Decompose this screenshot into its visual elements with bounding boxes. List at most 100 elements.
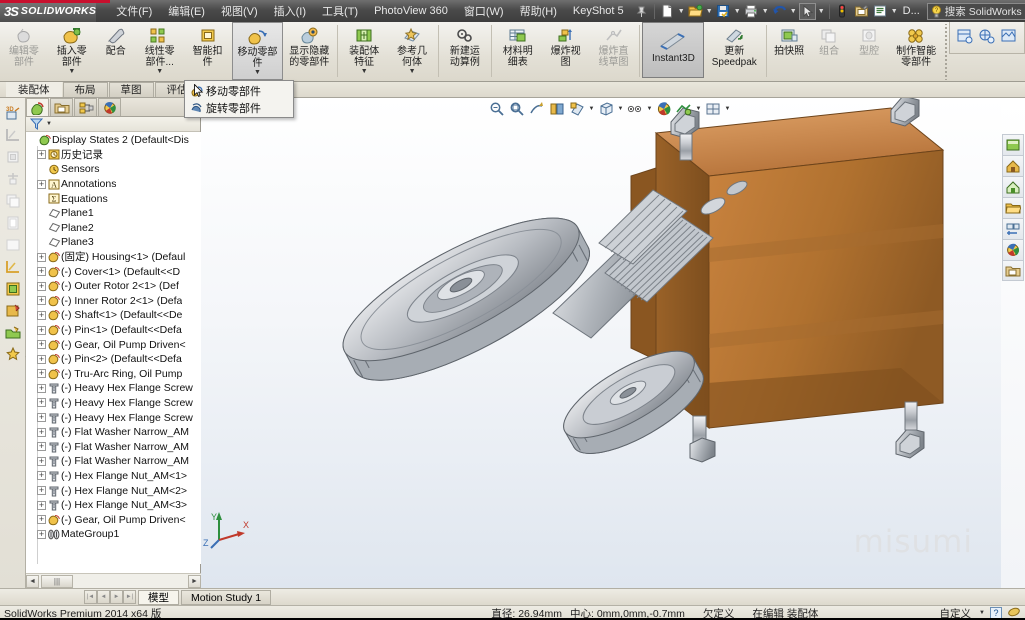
tree-node[interactable]: + (-) Cover<1> (Default<<D (26, 264, 201, 279)
decals-icon[interactable]: ▼ (2, 344, 31, 366)
tree-node[interactable]: + 历史记录 (26, 148, 201, 163)
menu-help[interactable]: 帮助(H) (512, 0, 565, 22)
tree-node[interactable]: Σ Equations (26, 191, 201, 206)
measure-active-icon[interactable] (2, 256, 24, 278)
expand-icon[interactable]: + (37, 340, 46, 350)
tab-configuration-manager[interactable] (74, 98, 97, 116)
tree-node[interactable]: + (-) Outer Rotor 2<1> (Def (26, 279, 201, 294)
expand-icon[interactable]: + (37, 398, 46, 408)
expand-icon[interactable]: + (37, 515, 46, 525)
ribbon-update-speedpak[interactable]: 更新 Speedpak (704, 22, 764, 80)
ribbon-assembly-features[interactable]: 装配体特征 ▼ (340, 22, 388, 80)
move-component-dropdown-icon[interactable]: ▼ (254, 69, 261, 76)
ribbon-edit-component[interactable]: 编辑零部件 (0, 22, 48, 80)
menu-edit[interactable]: 编辑(E) (160, 0, 213, 22)
menu-photoview[interactable]: PhotoView 360 (366, 2, 456, 20)
insert-component-dropdown-icon[interactable]: ▼ (68, 68, 75, 75)
tree-node[interactable]: + (-) Shaft<1> (Default<<De (26, 308, 201, 323)
save-icon[interactable] (715, 3, 732, 20)
menu-keyshot[interactable]: KeyShot 5 (565, 2, 632, 20)
select-tool-icon[interactable] (798, 2, 816, 20)
hide-show-caret-icon[interactable]: ▼ (645, 100, 654, 118)
tab-sketch[interactable]: 草图 (108, 82, 154, 97)
graphics-viewport[interactable]: ▼ ▼ ▼ ▼ ▼ Y X Z misumi (201, 98, 1001, 588)
viewport-layout-caret-icon[interactable]: ▼ (723, 100, 732, 118)
view-orientation-icon[interactable] (954, 25, 976, 47)
zoom-to-area-icon[interactable] (507, 99, 527, 119)
tree-node[interactable]: + MateGroup1 (26, 527, 201, 542)
expand-icon[interactable]: + (37, 427, 46, 437)
ribbon-bill-of-materials[interactable]: 材料明细表 (494, 22, 542, 80)
ribbon-make-smart-component[interactable]: 制作智能零部件 (889, 22, 943, 80)
tree-node[interactable]: + (-) Gear, Oil Pump Driven< (26, 512, 201, 527)
tree-filter-bar[interactable]: ▼ (26, 117, 200, 132)
ribbon-move-component[interactable]: 移动零部件 ▼ (231, 22, 284, 80)
tree-node[interactable]: + (-) Hex Flange Nut_AM<1> (26, 469, 201, 484)
expand-icon[interactable]: + (37, 354, 46, 364)
tree-node[interactable]: + (-) Flat Washer Narrow_AM (26, 439, 201, 454)
tree-node[interactable]: + (-) Tru-Arc Ring, Oil Pump (26, 367, 201, 382)
tree-node[interactable]: + (固定) Housing<1> (Defaul (26, 250, 201, 265)
tree-node[interactable]: Display States 2 (Default<Dis (26, 133, 201, 148)
scene-icon[interactable] (998, 25, 1020, 47)
tab-layout[interactable]: 布局 (62, 82, 108, 97)
solidworks-resources-icon[interactable] (1002, 134, 1024, 155)
search-solidworks[interactable]: ? 搜索 SolidWorks ▼ (926, 2, 1025, 20)
tab-display-manager[interactable] (98, 98, 121, 116)
reference-geometry-dropdown-icon[interactable]: ▼ (409, 68, 416, 75)
expand-icon[interactable]: + (37, 529, 46, 539)
viewport-layout-icon[interactable] (703, 99, 723, 119)
open-document-icon[interactable] (687, 3, 704, 20)
menu-insert[interactable]: 插入(I) (266, 0, 314, 22)
zoom-to-fit-icon[interactable] (487, 99, 507, 119)
ribbon-linear-pattern[interactable]: 线性零部件... ▼ (136, 22, 184, 80)
expand-icon[interactable]: + (37, 456, 46, 466)
appearance-add-icon[interactable] (2, 300, 24, 322)
filter-caret-icon[interactable]: ▼ (46, 121, 52, 127)
tree-node[interactable]: + (-) Pin<1> (Default<<Defa (26, 323, 201, 338)
search-folder-icon[interactable] (1002, 197, 1024, 218)
first-tab-button[interactable]: |◄ (84, 590, 97, 604)
scroll-left-button[interactable]: ◄ (26, 574, 39, 588)
new-document-icon[interactable] (659, 3, 676, 20)
file-explorer-icon[interactable] (1002, 176, 1024, 197)
custom-properties-icon[interactable] (1002, 260, 1024, 281)
ribbon-show-hidden-components[interactable]: 显示隐藏的零部件 (283, 22, 335, 80)
tree-node[interactable]: + A Annotations (26, 177, 201, 192)
expand-icon[interactable]: + (37, 442, 46, 452)
assembly-features-dropdown-icon[interactable]: ▼ (361, 68, 368, 75)
tree-node[interactable]: Sensors (26, 162, 201, 177)
next-tab-button[interactable]: ► (110, 590, 123, 604)
open-document-caret-icon[interactable]: ▼ (705, 3, 714, 19)
print-icon[interactable] (743, 3, 760, 20)
menu-file[interactable]: 文件(F) (108, 0, 160, 22)
ribbon-instant3d[interactable]: Instant3D (642, 22, 705, 78)
menu-view[interactable]: 视图(V) (213, 0, 266, 22)
display-style-toolbar-icon[interactable] (596, 99, 616, 119)
ribbon-exploded-view[interactable]: 爆炸视图 (542, 22, 590, 80)
tree-node[interactable]: + (-) Flat Washer Narrow_AM (26, 425, 201, 440)
tree-node[interactable]: + (-) Hex Flange Nut_AM<3> (26, 498, 201, 513)
section-view-toolbar-icon[interactable] (547, 99, 567, 119)
ribbon-explode-line-sketch[interactable]: 爆炸直线草图 (590, 22, 638, 80)
expand-icon[interactable]: + (37, 150, 46, 160)
new-document-caret-icon[interactable]: ▼ (677, 3, 686, 19)
ribbon-mate[interactable]: 配合 (96, 22, 136, 80)
view-settings-icon[interactable] (674, 99, 694, 119)
tree-node[interactable]: Plane1 (26, 206, 201, 221)
tab-assembly[interactable]: 装配体 (6, 82, 62, 97)
previous-view-icon[interactable] (527, 99, 547, 119)
display-style-icon[interactable] (976, 25, 998, 47)
oil-pump-assembly-model[interactable]: Y X Z (201, 98, 1001, 588)
expand-icon[interactable]: + (37, 267, 46, 277)
ribbon-reference-geometry[interactable]: 参考几何体 ▼ (388, 22, 436, 80)
tree-node[interactable]: + (-) Flat Washer Narrow_AM (26, 454, 201, 469)
print-caret-icon[interactable]: ▼ (761, 3, 770, 19)
expand-icon[interactable]: + (37, 296, 46, 306)
prev-tab-button[interactable]: ◄ (97, 590, 110, 604)
expand-icon[interactable]: + (37, 179, 46, 189)
last-tab-button[interactable]: ►| (123, 590, 136, 604)
tree-node[interactable]: + (-) Hex Flange Nut_AM<2> (26, 483, 201, 498)
expand-icon[interactable]: + (37, 310, 46, 320)
menu-tools[interactable]: 工具(T) (314, 0, 366, 22)
